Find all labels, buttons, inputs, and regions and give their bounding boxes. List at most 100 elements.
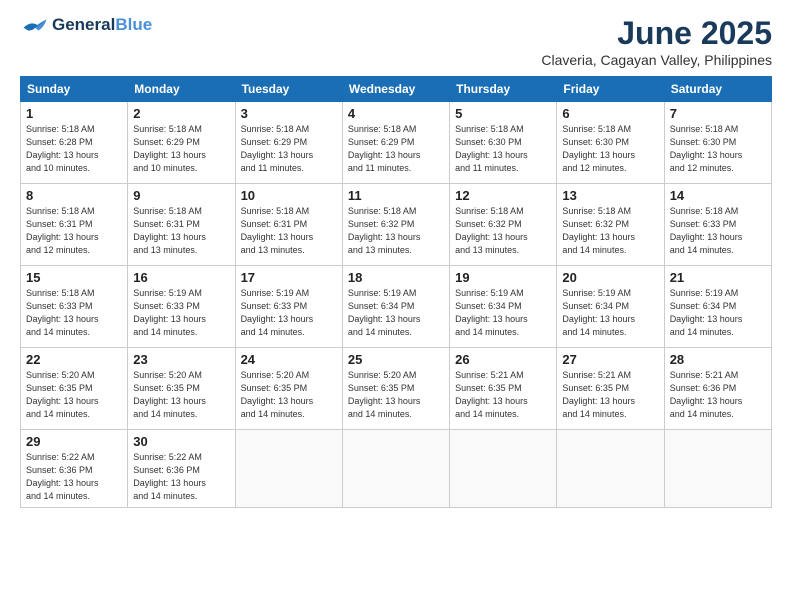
day-info: Sunrise: 5:20 AMSunset: 6:35 PMDaylight:… [26, 369, 122, 421]
day-info: Sunrise: 5:18 AMSunset: 6:32 PMDaylight:… [455, 205, 551, 257]
calendar-cell: 14 Sunrise: 5:18 AMSunset: 6:33 PMDayligh… [664, 184, 771, 266]
day-info: Sunrise: 5:19 AMSunset: 6:34 PMDaylight:… [455, 287, 551, 339]
day-number: 6 [562, 106, 658, 121]
calendar-cell: 1Sunrise: 5:18 AMSunset: 6:28 PMDaylight… [21, 102, 128, 184]
day-number: 2 [133, 106, 229, 121]
day-info: Sunrise: 5:18 AMSunset: 6:28 PMDaylight:… [26, 123, 122, 175]
header-monday: Monday [128, 77, 235, 102]
day-number: 23 [133, 352, 229, 367]
calendar-cell: 29 Sunrise: 5:22 AMSunset: 6:36 PMDayligh… [21, 430, 128, 508]
day-info: Sunrise: 5:18 AMSunset: 6:30 PMDaylight:… [562, 123, 658, 175]
day-number: 21 [670, 270, 766, 285]
header-friday: Friday [557, 77, 664, 102]
calendar-cell: 6 Sunrise: 5:18 AMSunset: 6:30 PMDaylight… [557, 102, 664, 184]
month-year: June 2025 [541, 15, 772, 52]
day-number: 29 [26, 434, 122, 449]
day-info: Sunrise: 5:18 AMSunset: 6:31 PMDaylight:… [26, 205, 122, 257]
day-number: 10 [241, 188, 337, 203]
calendar-cell: 11 Sunrise: 5:18 AMSunset: 6:32 PMDayligh… [342, 184, 449, 266]
day-info: Sunrise: 5:18 AMSunset: 6:30 PMDaylight:… [455, 123, 551, 175]
day-info: Sunrise: 5:21 AMSunset: 6:35 PMDaylight:… [455, 369, 551, 421]
calendar-cell: 9Sunrise: 5:18 AMSunset: 6:31 PMDaylight… [128, 184, 235, 266]
header-tuesday: Tuesday [235, 77, 342, 102]
calendar-cell: 4 Sunrise: 5:18 AMSunset: 6:29 PMDaylight… [342, 102, 449, 184]
day-info: Sunrise: 5:21 AMSunset: 6:36 PMDaylight:… [670, 369, 766, 421]
day-number: 16 [133, 270, 229, 285]
day-info: Sunrise: 5:18 AMSunset: 6:31 PMDaylight:… [133, 205, 229, 257]
day-number: 3 [241, 106, 337, 121]
day-info: Sunrise: 5:18 AMSunset: 6:30 PMDaylight:… [670, 123, 766, 175]
day-info: Sunrise: 5:19 AMSunset: 6:33 PMDaylight:… [133, 287, 229, 339]
day-info: Sunrise: 5:18 AMSunset: 6:29 PMDaylight:… [133, 123, 229, 175]
calendar-cell: 25Sunrise: 5:20 AMSunset: 6:35 PMDayligh… [342, 348, 449, 430]
day-info: Sunrise: 5:20 AMSunset: 6:35 PMDaylight:… [348, 369, 444, 421]
day-info: Sunrise: 5:19 AMSunset: 6:34 PMDaylight:… [562, 287, 658, 339]
calendar-cell: 26 Sunrise: 5:21 AMSunset: 6:35 PMDayligh… [450, 348, 557, 430]
calendar-week-4: 22 Sunrise: 5:20 AMSunset: 6:35 PMDayligh… [21, 348, 772, 430]
day-info: Sunrise: 5:18 AMSunset: 6:29 PMDaylight:… [241, 123, 337, 175]
calendar-cell [235, 430, 342, 508]
day-info: Sunrise: 5:18 AMSunset: 6:33 PMDaylight:… [670, 205, 766, 257]
day-info: Sunrise: 5:22 AMSunset: 6:36 PMDaylight:… [133, 451, 229, 503]
calendar-table: Sunday Monday Tuesday Wednesday Thursday… [20, 76, 772, 508]
calendar-cell [664, 430, 771, 508]
calendar-cell: 3 Sunrise: 5:18 AMSunset: 6:29 PMDaylight… [235, 102, 342, 184]
calendar-cell: 23 Sunrise: 5:20 AMSunset: 6:35 PMDayligh… [128, 348, 235, 430]
day-number: 5 [455, 106, 551, 121]
day-info: Sunrise: 5:19 AMSunset: 6:33 PMDaylight:… [241, 287, 337, 339]
page: GeneralBlue June 2025 Claveria, Cagayan … [0, 0, 792, 612]
logo-general: General [52, 15, 115, 34]
calendar-week-3: 15Sunrise: 5:18 AMSunset: 6:33 PMDayligh… [21, 266, 772, 348]
calendar-cell: 24 Sunrise: 5:20 AMSunset: 6:35 PMDayligh… [235, 348, 342, 430]
day-number: 30 [133, 434, 229, 449]
calendar-cell [557, 430, 664, 508]
day-number: 11 [348, 188, 444, 203]
calendar-cell: 22 Sunrise: 5:20 AMSunset: 6:35 PMDayligh… [21, 348, 128, 430]
title-section: June 2025 Claveria, Cagayan Valley, Phil… [541, 15, 772, 68]
day-number: 12 [455, 188, 551, 203]
calendar-cell: 30 Sunrise: 5:22 AMSunset: 6:36 PMDayligh… [128, 430, 235, 508]
calendar-cell: 7 Sunrise: 5:18 AMSunset: 6:30 PMDaylight… [664, 102, 771, 184]
header-thursday: Thursday [450, 77, 557, 102]
calendar-week-1: 1Sunrise: 5:18 AMSunset: 6:28 PMDaylight… [21, 102, 772, 184]
day-info: Sunrise: 5:21 AMSunset: 6:35 PMDaylight:… [562, 369, 658, 421]
day-number: 19 [455, 270, 551, 285]
weekday-header-row: Sunday Monday Tuesday Wednesday Thursday… [21, 77, 772, 102]
header-wednesday: Wednesday [342, 77, 449, 102]
day-info: Sunrise: 5:20 AMSunset: 6:35 PMDaylight:… [133, 369, 229, 421]
header: GeneralBlue June 2025 Claveria, Cagayan … [20, 15, 772, 68]
day-number: 14 [670, 188, 766, 203]
logo: GeneralBlue [20, 15, 152, 35]
day-info: Sunrise: 5:18 AMSunset: 6:33 PMDaylight:… [26, 287, 122, 339]
calendar-cell [450, 430, 557, 508]
day-number: 4 [348, 106, 444, 121]
day-number: 7 [670, 106, 766, 121]
day-info: Sunrise: 5:18 AMSunset: 6:29 PMDaylight:… [348, 123, 444, 175]
location: Claveria, Cagayan Valley, Philippines [541, 52, 772, 68]
day-number: 8 [26, 188, 122, 203]
calendar-cell: 13 Sunrise: 5:18 AMSunset: 6:32 PMDayligh… [557, 184, 664, 266]
calendar-cell: 19 Sunrise: 5:19 AMSunset: 6:34 PMDayligh… [450, 266, 557, 348]
calendar-cell: 28 Sunrise: 5:21 AMSunset: 6:36 PMDayligh… [664, 348, 771, 430]
day-info: Sunrise: 5:18 AMSunset: 6:32 PMDaylight:… [562, 205, 658, 257]
header-sunday: Sunday [21, 77, 128, 102]
calendar-cell: 27 Sunrise: 5:21 AMSunset: 6:35 PMDayligh… [557, 348, 664, 430]
calendar-cell: 12 Sunrise: 5:18 AMSunset: 6:32 PMDayligh… [450, 184, 557, 266]
header-saturday: Saturday [664, 77, 771, 102]
calendar-cell: 21 Sunrise: 5:19 AMSunset: 6:34 PMDayligh… [664, 266, 771, 348]
day-info: Sunrise: 5:19 AMSunset: 6:34 PMDaylight:… [670, 287, 766, 339]
day-number: 27 [562, 352, 658, 367]
day-number: 28 [670, 352, 766, 367]
calendar-cell: 2 Sunrise: 5:18 AMSunset: 6:29 PMDaylight… [128, 102, 235, 184]
day-info: Sunrise: 5:22 AMSunset: 6:36 PMDaylight:… [26, 451, 122, 503]
day-info: Sunrise: 5:18 AMSunset: 6:32 PMDaylight:… [348, 205, 444, 257]
day-info: Sunrise: 5:20 AMSunset: 6:35 PMDaylight:… [241, 369, 337, 421]
day-number: 22 [26, 352, 122, 367]
logo-icon [20, 15, 48, 35]
day-number: 17 [241, 270, 337, 285]
day-number: 24 [241, 352, 337, 367]
calendar-cell: 5 Sunrise: 5:18 AMSunset: 6:30 PMDaylight… [450, 102, 557, 184]
day-number: 13 [562, 188, 658, 203]
day-number: 26 [455, 352, 551, 367]
day-info: Sunrise: 5:19 AMSunset: 6:34 PMDaylight:… [348, 287, 444, 339]
